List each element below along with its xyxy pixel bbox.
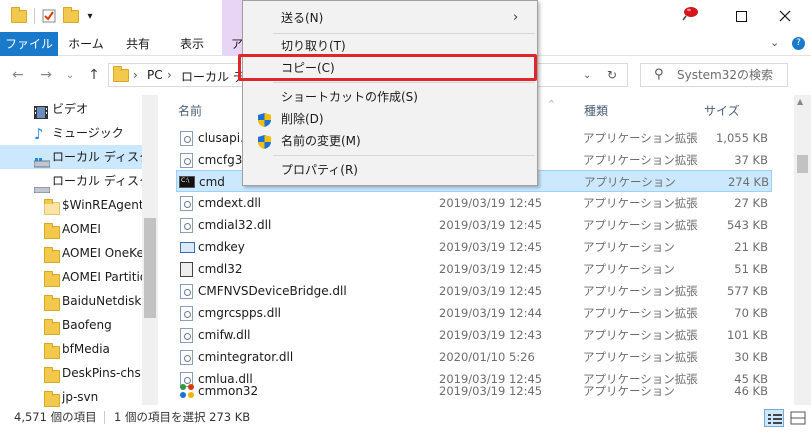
nav-item-video[interactable]: ビデオ — [0, 97, 142, 121]
tab-share[interactable]: 共有 — [114, 32, 162, 56]
file-row[interactable]: CMFNVSDeviceBridge.dll 2019/03/19 12:45 … — [176, 280, 772, 302]
file-row[interactable]: cmmon32 2019/03/19 12:45 アプリケーション 46 KB — [176, 380, 772, 402]
up-icon[interactable]: ↑ — [84, 67, 104, 83]
file-row[interactable]: cmifw.dll 2019/03/19 12:43 アプリケーション拡張 10… — [176, 324, 772, 346]
nav-item-folder[interactable]: AOMEI Partitio — [0, 265, 142, 289]
new-folder-icon[interactable] — [62, 6, 80, 25]
menu-item-rename[interactable]: 名前の変更(M) — [243, 130, 537, 152]
dll-file-icon — [180, 196, 193, 211]
breadcrumb-pc[interactable]: PC — [147, 68, 163, 82]
menu-item-delete[interactable]: 削除(D) — [243, 108, 537, 130]
column-header-type[interactable]: 種類 — [584, 99, 608, 123]
file-row[interactable]: cmintegrator.dll 2020/01/10 5:26 アプリケーショ… — [176, 346, 772, 368]
forward-icon[interactable]: → — [36, 67, 56, 83]
folder-icon — [44, 223, 60, 241]
context-menu: 送る(N) › 切り取り(T) コピー(C) ショートカットの作成(S) 削除(… — [242, 0, 538, 186]
nav-item-folder[interactable]: AOMEI OneKey — [0, 241, 142, 265]
selection-info: 1 個の項目を選択 273 KB — [114, 410, 251, 424]
address-dropdown-icon[interactable]: ⌄ — [583, 70, 591, 81]
menu-item-send-to[interactable]: 送る(N) › — [243, 7, 537, 29]
back-icon[interactable]: ← — [8, 67, 28, 83]
navigation-pane: ビデオ ♪ ミュージック ローカル ディスク (C ローカル ディスク (D $… — [0, 95, 158, 407]
video-icon — [34, 103, 48, 121]
file-list-scrollbar-thumb[interactable] — [797, 155, 808, 173]
refresh-icon[interactable]: ↻ — [607, 68, 617, 82]
folder-icon — [44, 343, 60, 361]
dll-file-icon — [180, 328, 193, 343]
file-row[interactable]: cmdial32.dll 2019/03/19 12:45 アプリケーション拡張… — [176, 214, 772, 236]
folder-icon — [44, 295, 60, 313]
folder-icon — [44, 199, 60, 217]
file-row[interactable]: cmgrcspps.dll 2019/03/19 12:44 アプリケーション拡… — [176, 302, 772, 324]
cmd-exe-icon — [179, 170, 195, 192]
folder-icon[interactable] — [10, 6, 28, 25]
file-row[interactable]: cmdl32 2019/03/19 12:45 アプリケーション 51 KB — [176, 258, 772, 280]
folder-icon — [44, 271, 60, 289]
pin-icon[interactable] — [680, 4, 702, 22]
file-row[interactable]: cmdkey 2019/03/19 12:45 アプリケーション 21 KB — [176, 236, 772, 258]
submenu-arrow-icon: › — [513, 10, 519, 25]
shield-icon — [258, 112, 271, 127]
dll-file-icon — [180, 350, 193, 365]
nav-scrollbar-thumb[interactable] — [144, 218, 156, 318]
menu-separator — [273, 155, 535, 156]
tab-home[interactable]: ホーム — [62, 32, 110, 56]
nav-item-music[interactable]: ♪ ミュージック — [0, 121, 142, 145]
cmmon-icon — [178, 383, 196, 405]
menu-item-properties[interactable]: プロパティ(R) — [243, 159, 537, 181]
details-view-icon[interactable] — [764, 409, 784, 427]
copy-highlight-box — [238, 54, 537, 81]
file-list-scrollbar[interactable] — [794, 95, 811, 405]
menu-item-create-shortcut[interactable]: ショートカットの作成(S) — [243, 86, 537, 108]
dll-file-icon — [180, 284, 193, 299]
large-icons-view-icon[interactable] — [790, 410, 806, 426]
dll-file-icon — [180, 218, 193, 233]
ribbon-expand-icon[interactable]: ⌄ — [770, 36, 779, 49]
nav-item-folder[interactable]: BaiduNetdiskD — [0, 289, 142, 313]
dll-file-icon — [180, 131, 193, 146]
drive-c-icon — [33, 152, 51, 169]
drive-d-icon — [33, 178, 51, 193]
status-bar: 4,571 個の項目 1 個の項目を選択 273 KB — [0, 405, 811, 430]
tab-file[interactable]: ファイル — [0, 32, 58, 56]
nav-item-folder[interactable]: Baofeng — [0, 313, 142, 337]
properties-check-icon[interactable] — [40, 7, 58, 25]
nav-item-drive-d[interactable]: ローカル ディスク (D — [0, 169, 142, 193]
folder-icon — [44, 367, 60, 385]
folder-icon — [44, 247, 60, 265]
scroll-up-icon[interactable]: ▲ — [797, 97, 803, 106]
column-header-name[interactable]: 名前 — [178, 99, 202, 123]
nav-item-folder[interactable]: $WinREAgent — [0, 193, 142, 217]
tab-view[interactable]: 表示 — [168, 32, 216, 56]
folder-icon — [44, 319, 60, 337]
column-header-size[interactable]: サイズ — [704, 99, 740, 123]
menu-separator — [273, 82, 535, 83]
qat-dropdown-icon[interactable]: ▾ — [84, 7, 96, 25]
breadcrumb-separator-icon[interactable]: › — [133, 68, 138, 82]
folder-icon — [113, 66, 129, 85]
sort-indicator-icon: ^ — [548, 99, 555, 108]
nav-item-folder[interactable]: bfMedia — [0, 337, 142, 361]
exe-file-icon — [180, 242, 195, 253]
divider — [34, 8, 35, 24]
file-row[interactable]: cmdext.dll 2019/03/19 12:45 アプリケーション拡張 2… — [176, 192, 772, 214]
divider — [104, 411, 105, 424]
history-dropdown-icon[interactable]: ⌄ — [60, 70, 80, 81]
nav-item-drive-c[interactable]: ローカル ディスク (C — [0, 145, 142, 169]
exe-file-icon — [180, 262, 193, 277]
shield-icon — [258, 134, 271, 149]
search-icon: ⚲ — [654, 67, 664, 82]
help-icon[interactable]: ? — [792, 37, 805, 50]
close-button[interactable] — [763, 0, 807, 32]
dll-file-icon — [180, 153, 193, 168]
maximize-button[interactable] — [719, 0, 763, 32]
music-icon: ♪ — [34, 125, 44, 143]
menu-separator — [273, 33, 535, 34]
item-count: 4,571 個の項目 — [14, 410, 97, 424]
nav-item-folder[interactable]: AOMEI — [0, 217, 142, 241]
dll-file-icon — [180, 306, 193, 321]
breadcrumb-separator-icon[interactable]: › — [167, 68, 172, 82]
nav-item-folder[interactable]: DeskPins-chs 1 — [0, 361, 142, 385]
